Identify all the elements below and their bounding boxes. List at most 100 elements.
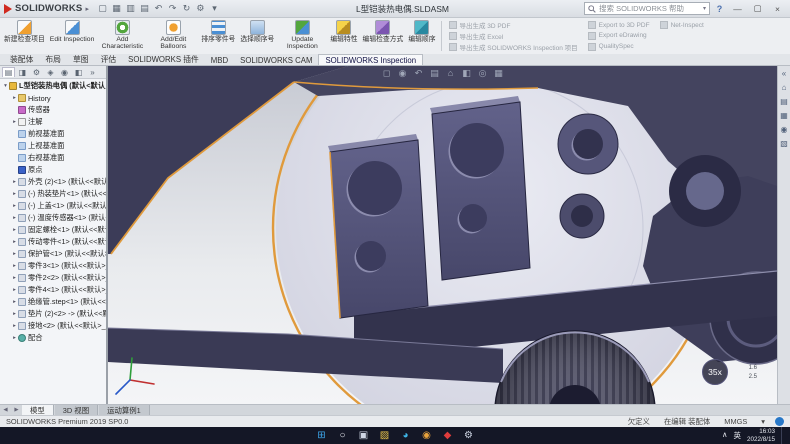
tree-item[interactable]: ▸ 零件3<1> (默认<<默认>_显示状态 1>) xyxy=(0,260,106,272)
dimxpertmanager-tab-icon[interactable]: ◈ xyxy=(44,68,57,77)
help-icon[interactable]: ? xyxy=(713,4,726,14)
expand-arrow-icon[interactable]: ▸ xyxy=(11,323,18,329)
zoom-area-icon[interactable]: ◉ xyxy=(397,68,408,79)
open-file-icon[interactable]: ▦ xyxy=(110,2,123,15)
ribbon-button[interactable]: Add/Edit Balloons xyxy=(148,19,198,53)
propertymanager-tab-icon[interactable]: ◨ xyxy=(16,68,29,77)
configurationmanager-tab-icon[interactable]: ⚙ xyxy=(30,68,43,77)
tree-item[interactable]: ▸ 垫片 (2)<2> -> (默认<<默认>_显示状态 1>) xyxy=(0,308,106,320)
tree-item[interactable]: ▸ History xyxy=(0,92,106,104)
expand-arrow-icon[interactable]: ▸ xyxy=(11,191,18,197)
task-pane-collapse-icon[interactable]: « xyxy=(782,69,786,78)
zoom-fit-icon[interactable]: ◻ xyxy=(381,68,392,79)
expand-arrow-icon[interactable]: ▸ xyxy=(11,263,18,269)
browser-button[interactable]: ◉ xyxy=(420,429,434,443)
custom-properties-icon[interactable]: ▧ xyxy=(780,139,788,148)
ribbon-tab[interactable]: MBD xyxy=(205,55,234,65)
export-button[interactable]: 导出生成 Excel xyxy=(449,31,578,42)
expand-arrow-icon[interactable]: ▸ xyxy=(11,335,18,341)
rebuild-icon[interactable]: ↻ xyxy=(180,2,193,15)
ribbon-tab[interactable]: 草图 xyxy=(67,53,95,65)
expand-arrow-icon[interactable]: ▸ xyxy=(11,275,18,281)
tree-item[interactable]: 原点 xyxy=(0,164,106,176)
ribbon-tab[interactable]: SOLIDWORKS Inspection xyxy=(318,54,423,65)
boss-upper[interactable] xyxy=(558,114,618,174)
tray-chevron-icon[interactable]: ∧ xyxy=(722,430,728,441)
tree-item[interactable]: ▸ 固定螺栓<1> (默认<<默认>_显示状态 1>) xyxy=(0,224,106,236)
ime-indicator[interactable]: 英 xyxy=(733,430,741,441)
ribbon-button[interactable]: Add Characteristic xyxy=(97,19,147,53)
ribbon-button[interactable]: 排序零件号 xyxy=(199,19,237,53)
tree-item[interactable]: ▸ 注解 xyxy=(0,116,106,128)
search-button[interactable]: ○ xyxy=(336,429,350,443)
edge-button[interactable]: ◕ xyxy=(399,429,413,443)
expand-arrow-icon[interactable]: ▸ xyxy=(11,299,18,305)
mounting-plate-left[interactable] xyxy=(328,134,428,318)
tab-scroll-left-icon[interactable]: ◀ xyxy=(0,405,11,415)
appearances-icon[interactable]: ◉ xyxy=(781,125,788,134)
tree-item[interactable]: 上视基准面 xyxy=(0,140,106,152)
solidworks-button[interactable]: ◆ xyxy=(441,429,455,443)
settings-button[interactable]: ⚙ xyxy=(462,429,476,443)
new-file-icon[interactable]: ▢ xyxy=(96,2,109,15)
scene-icon[interactable]: ▦ xyxy=(493,68,504,79)
tree-item[interactable]: ▸ (-) 热装垫片<1> (默认<<默认>_显示状态 1>) xyxy=(0,188,106,200)
print-icon[interactable]: ▤ xyxy=(138,2,151,15)
ribbon-button[interactable]: Update Inspection xyxy=(277,19,327,53)
tree-item[interactable]: ▸ 保护管<1> (默认<<默认>_显示状态 1>) xyxy=(0,248,106,260)
sw-resources-icon[interactable]: ⌂ xyxy=(782,83,787,92)
previous-view-icon[interactable]: ↶ xyxy=(413,68,424,79)
tree-item[interactable]: ▸ 配合 xyxy=(0,332,106,344)
ribbon-button[interactable]: 编辑顺序 xyxy=(406,19,437,53)
redo-icon[interactable]: ↷ xyxy=(166,2,179,15)
document-tab[interactable]: 运动算例1 xyxy=(99,405,150,415)
mounting-plate-right[interactable] xyxy=(430,96,530,280)
options-icon[interactable]: ⚙ xyxy=(194,2,207,15)
minimize-button[interactable]: — xyxy=(729,2,746,16)
show-desktop-button[interactable] xyxy=(781,427,784,444)
tree-item[interactable]: ▸ (-) 温度传感器<1> (默认<<默认>_显示状态 1>) xyxy=(0,212,106,224)
ribbon-tab[interactable]: 装配体 xyxy=(4,53,39,65)
graphics-area[interactable]: ◻◉↶▤⌂◧◎▦ 35x 1.6 2.5 xyxy=(108,66,777,404)
tree-item[interactable]: 前视基准面 xyxy=(0,128,106,140)
solidworks-logo-text[interactable]: SOLIDWORKS xyxy=(15,3,82,14)
expand-arrow-icon[interactable]: ▸ xyxy=(11,95,18,101)
file-explorer-pane-icon[interactable]: ▦ xyxy=(780,111,788,120)
help-status-icon[interactable] xyxy=(775,417,784,426)
expand-arrow-icon[interactable]: ▸ xyxy=(11,227,18,233)
tree-item[interactable]: ▸ 接地<2> (默认<<默认>_显示状态 1>) xyxy=(0,320,106,332)
tree-item[interactable]: ▾ L型铠装热电偶 (默认<默认_显示状态-1>) xyxy=(0,80,106,92)
ribbon-tab[interactable]: SOLIDWORKS 插件 xyxy=(122,53,205,65)
view-orientation-icon[interactable]: ⌂ xyxy=(445,68,456,79)
inspection-manager-tab-icon[interactable]: ◧ xyxy=(72,68,85,77)
ribbon-button[interactable]: 选择顺序号 xyxy=(238,19,276,53)
quickbar-expand-icon[interactable]: ▾ xyxy=(208,2,221,15)
maximize-button[interactable]: ▢ xyxy=(749,2,766,16)
expand-arrow-icon[interactable]: ▸ xyxy=(11,311,18,317)
displaymanager-tab-icon[interactable]: ◉ xyxy=(58,68,71,77)
taskbar-clock[interactable]: 16:03 2022/8/15 xyxy=(747,428,775,444)
search-scope-caret-icon[interactable]: ▾ xyxy=(703,5,706,12)
help-search-box[interactable]: 搜索 SOLIDWORKS 帮助 ▾ xyxy=(584,2,710,15)
expand-arrow-icon[interactable]: ▸ xyxy=(11,287,18,293)
close-button[interactable]: × xyxy=(769,2,786,16)
tab-scroll-right-icon[interactable]: ▶ xyxy=(11,405,22,415)
ribbon-button[interactable]: 编辑特性 xyxy=(328,19,359,53)
design-library-icon[interactable]: ▤ xyxy=(780,97,788,106)
tree-item[interactable]: ▸ 传动零件<1> (默认<<默认>_显示状态 1>) xyxy=(0,236,106,248)
save-icon[interactable]: ▥ xyxy=(124,2,137,15)
3d-model-view[interactable] xyxy=(108,66,777,404)
ribbon-tab[interactable]: 评估 xyxy=(95,53,123,65)
ribbon-tab[interactable]: SOLIDWORKS CAM xyxy=(234,55,318,65)
start-button[interactable]: ⊞ xyxy=(315,429,329,443)
expand-arrow-icon[interactable]: ▸ xyxy=(11,179,18,185)
ribbon-button[interactable]: 编辑检查方式 xyxy=(361,19,406,53)
export-button[interactable]: 导出生成 SOLIDWORKS Inspection 项目 xyxy=(449,41,578,52)
expand-arrow-icon[interactable]: ▸ xyxy=(11,119,18,125)
undo-icon[interactable]: ↶ xyxy=(152,2,165,15)
tree-item[interactable]: ▸ 零件4<1> (默认<<默认>_显示状态 1>) xyxy=(0,284,106,296)
expand-arrow-icon[interactable]: ▸ xyxy=(11,251,18,257)
task-view-button[interactable]: ▣ xyxy=(357,429,371,443)
hide-show-icon[interactable]: ◎ xyxy=(477,68,488,79)
document-tab[interactable]: 模型 xyxy=(22,405,54,415)
